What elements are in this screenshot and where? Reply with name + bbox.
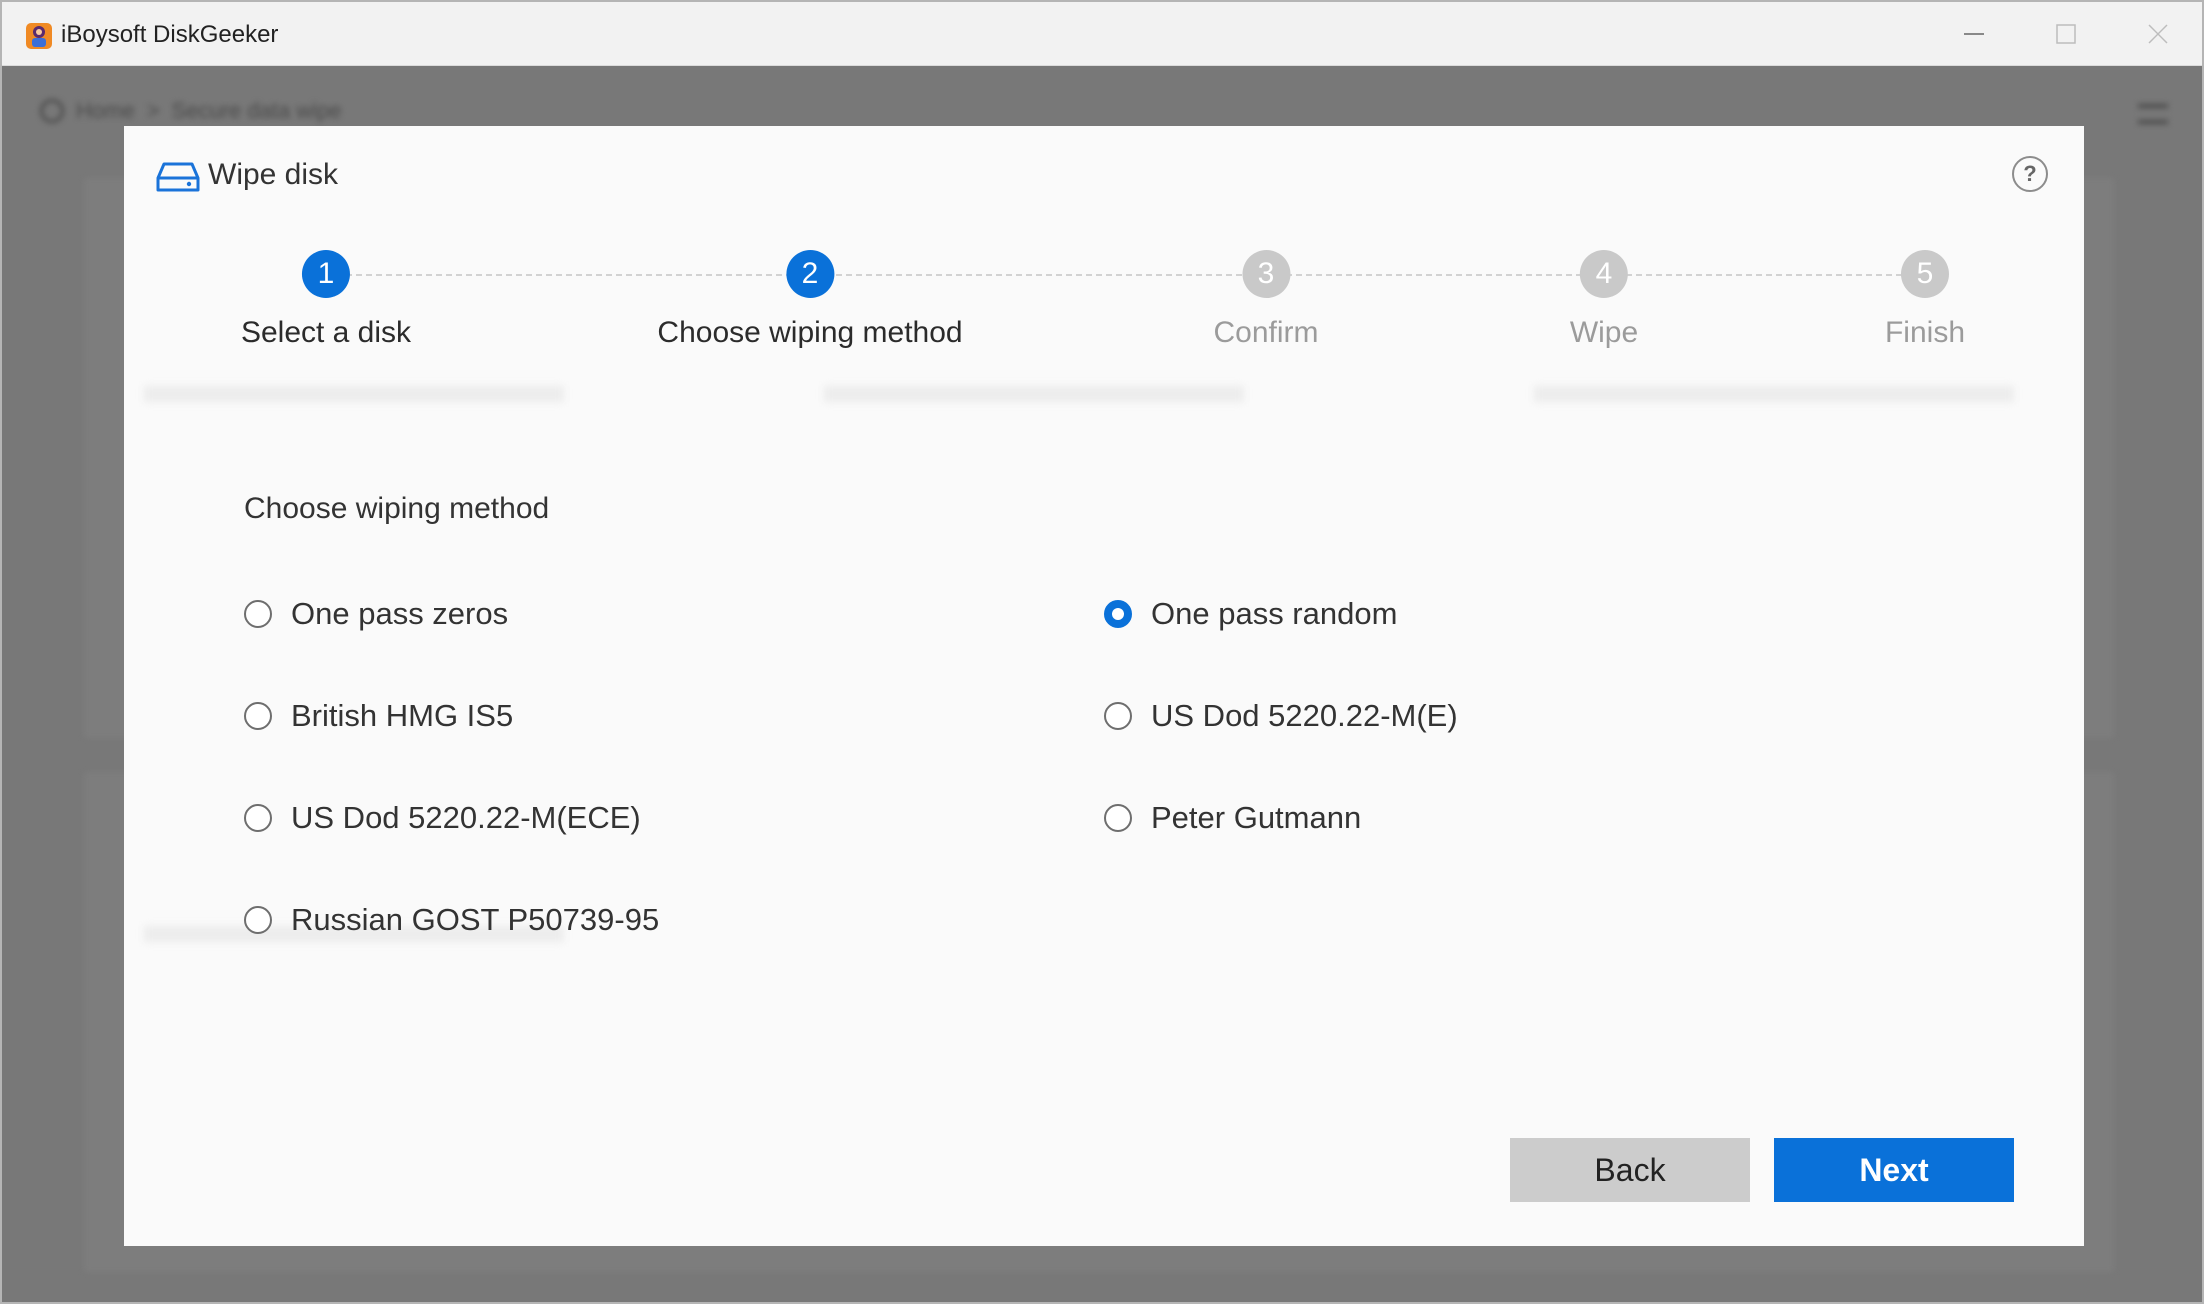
step-choose-wiping-method: 2 Choose wiping method: [657, 250, 963, 350]
breadcrumb-home: Home: [76, 98, 135, 123]
app-window: iBoysoft DiskGeeker Home > Secure data w…: [0, 0, 2204, 1304]
back-button[interactable]: Back: [1510, 1138, 1750, 1202]
close-button[interactable]: [2112, 2, 2202, 66]
minimize-button[interactable]: [1928, 2, 2020, 66]
radio-us-dod-5220-22-m-ece[interactable]: US Dod 5220.22-M(ECE): [244, 800, 641, 836]
radio-us-dod-5220-22-m-e[interactable]: US Dod 5220.22-M(E): [1104, 698, 1458, 734]
radio-button[interactable]: [244, 702, 272, 730]
step-number: 4: [1579, 250, 1628, 298]
step-label: Finish: [1884, 316, 1966, 349]
step-number: 1: [302, 250, 350, 298]
breadcrumb: Home > Secure data wipe: [40, 98, 342, 124]
radio-russian-gost-p50739-95[interactable]: Russian GOST P50739-95: [244, 902, 659, 938]
help-button[interactable]: ?: [2012, 156, 2048, 192]
section-title: Choose wiping method: [244, 492, 550, 525]
radio-label: Peter Gutmann: [1151, 800, 1362, 835]
step-label: Wipe: [1569, 316, 1639, 349]
radio-british-hmg-is5[interactable]: British HMG IS5: [244, 698, 513, 734]
breadcrumb-current: Secure data wipe: [171, 98, 342, 123]
breadcrumb-separator: >: [146, 98, 160, 123]
app-title: iBoysoft DiskGeeker: [61, 21, 279, 48]
radio-label: One pass zeros: [291, 596, 509, 631]
wipe-disk-dialog: Wipe disk ? 1 Select a disk 2 Choose wip…: [124, 126, 2084, 1246]
step-number: 2: [786, 250, 834, 298]
radio-button[interactable]: [244, 804, 272, 832]
radio-label: British HMG IS5: [291, 698, 514, 733]
radio-button[interactable]: [1104, 702, 1132, 730]
menu-icon: [2138, 104, 2168, 124]
step-select-disk: 1 Select a disk: [241, 250, 411, 350]
step-label: Choose wiping method: [657, 316, 963, 349]
help-icon: ?: [2023, 161, 2037, 186]
step-number: 5: [1901, 250, 1949, 298]
stepper-line: [326, 274, 1922, 276]
radio-label: US Dod 5220.22-M(E): [1151, 698, 1458, 733]
radio-button[interactable]: [1104, 804, 1132, 832]
radio-one-pass-random[interactable]: One pass random: [1104, 596, 1397, 632]
step-label: Confirm: [1213, 316, 1319, 349]
app-logo-icon: [26, 23, 52, 49]
ghost-content: [1534, 386, 2014, 402]
disk-drive-icon: [156, 162, 200, 192]
radio-button[interactable]: [244, 906, 272, 934]
radio-button-selected[interactable]: [1104, 600, 1132, 628]
maximize-button[interactable]: [2020, 2, 2112, 66]
next-button[interactable]: Next: [1774, 1138, 2014, 1202]
close-icon: [2148, 24, 2168, 44]
minimize-icon: [1964, 33, 1984, 35]
radio-peter-gutmann[interactable]: Peter Gutmann: [1104, 800, 1361, 836]
step-number: 3: [1241, 250, 1290, 298]
step-finish: 5 Finish: [1885, 250, 1965, 350]
maximize-icon: [2056, 24, 2076, 44]
home-icon: [40, 99, 64, 123]
radio-button[interactable]: [244, 600, 272, 628]
title-bar: iBoysoft DiskGeeker: [2, 2, 2202, 66]
ghost-content: [824, 386, 1244, 402]
step-wipe: 4 Wipe: [1570, 250, 1638, 350]
step-label: Select a disk: [240, 316, 412, 349]
dialog-title: Wipe disk: [208, 158, 339, 191]
radio-label: One pass random: [1151, 596, 1398, 631]
radio-label: Russian GOST P50739-95: [291, 902, 660, 937]
step-confirm: 3 Confirm: [1213, 250, 1319, 350]
radio-label: US Dod 5220.22-M(ECE): [291, 800, 641, 835]
ghost-content: [144, 386, 564, 402]
radio-one-pass-zeros[interactable]: One pass zeros: [244, 596, 508, 632]
